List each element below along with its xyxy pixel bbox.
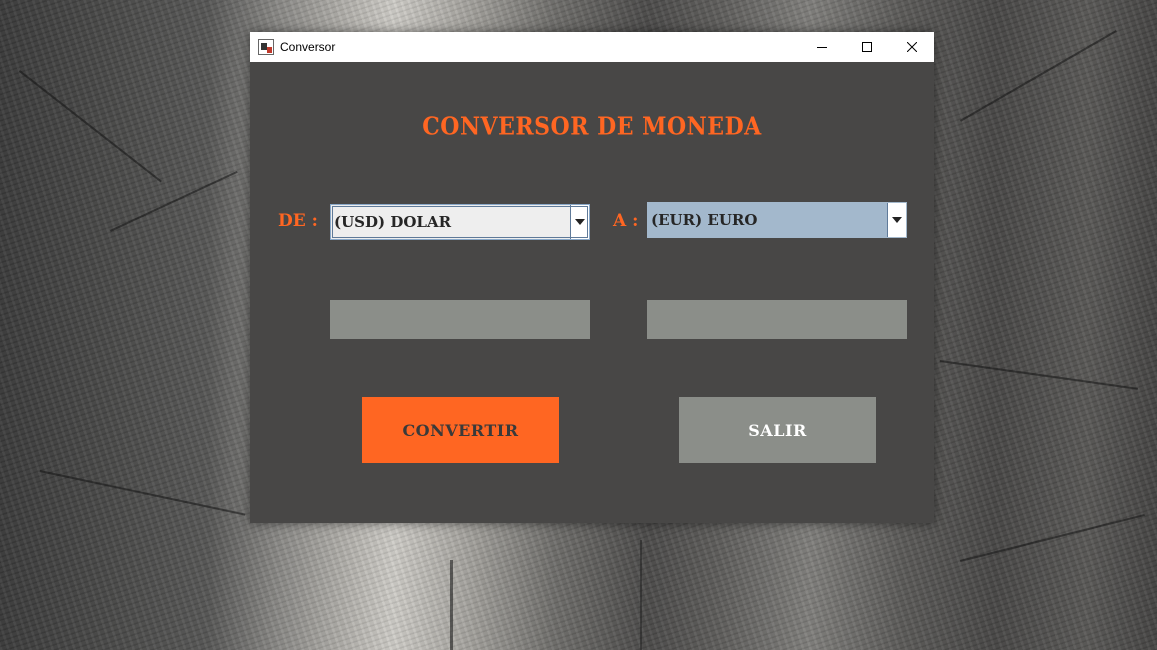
maximize-button[interactable]	[844, 32, 889, 62]
conversor-window: Conversor CONVERSOR DE MONEDA DE : (USD)…	[250, 32, 934, 523]
convert-button[interactable]: CONVERTIR	[362, 397, 559, 463]
desktop-wallpaper-crack	[39, 470, 246, 516]
to-currency-value: (EUR) EURO	[651, 211, 758, 229]
to-currency-dropdown-button[interactable]	[887, 203, 906, 237]
convert-button-label: CONVERTIR	[402, 420, 519, 440]
to-label: A :	[613, 211, 639, 231]
to-amount-field[interactable]	[647, 300, 907, 339]
page-title: CONVERSOR DE MONEDA	[422, 112, 762, 142]
desktop-wallpaper-crack	[960, 30, 1117, 122]
to-currency-select[interactable]: (EUR) EURO	[647, 202, 907, 238]
converter-panel: CONVERSOR DE MONEDA DE : (USD) DOLAR A :…	[250, 62, 934, 523]
desktop-wallpaper-crack	[110, 170, 238, 232]
from-currency-select[interactable]: (USD) DOLAR	[330, 204, 590, 240]
from-currency-value: (USD) DOLAR	[334, 213, 452, 231]
from-label: DE :	[278, 211, 318, 231]
desktop-wallpaper-crack	[960, 514, 1145, 562]
window-title: Conversor	[280, 40, 336, 54]
from-currency-dropdown-button[interactable]	[570, 205, 589, 239]
desktop-wallpaper-crack	[640, 540, 642, 650]
desktop-wallpaper-crack	[450, 560, 453, 650]
title-bar[interactable]: Conversor	[250, 32, 934, 62]
exit-button-label: SALIR	[748, 420, 807, 440]
chevron-down-icon	[575, 219, 585, 225]
minimize-icon	[816, 47, 827, 48]
close-icon	[906, 42, 917, 52]
java-app-icon	[258, 39, 274, 55]
chevron-down-icon	[892, 217, 902, 223]
window-controls	[799, 32, 934, 62]
close-button[interactable]	[889, 32, 934, 62]
desktop-wallpaper-crack	[18, 70, 162, 183]
exit-button[interactable]: SALIR	[679, 397, 876, 463]
maximize-icon	[861, 42, 872, 52]
desktop-wallpaper-crack	[939, 360, 1139, 390]
minimize-button[interactable]	[799, 32, 844, 62]
from-amount-field[interactable]	[330, 300, 590, 339]
